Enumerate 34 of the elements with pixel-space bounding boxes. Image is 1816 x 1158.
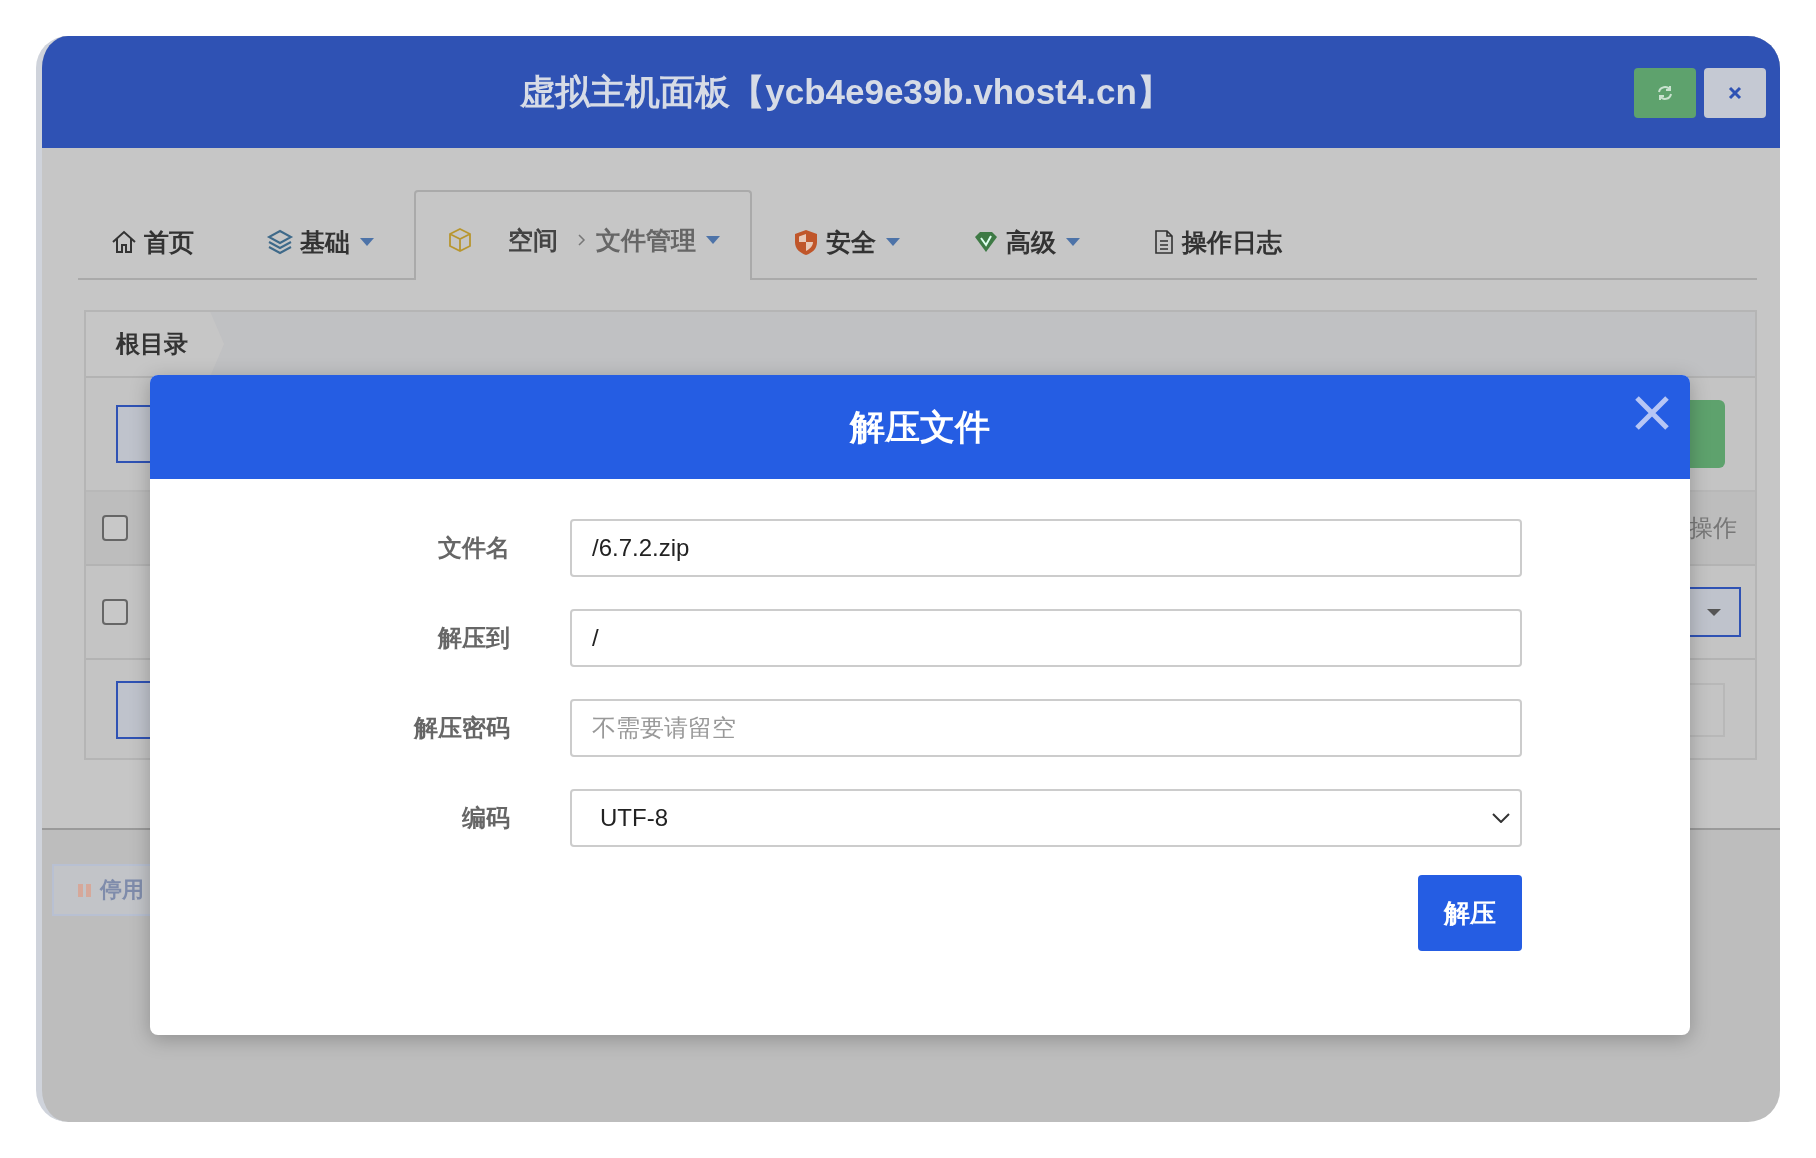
- field-label: 解压密码: [412, 713, 510, 743]
- home-icon: [110, 228, 138, 256]
- field-label: 编码: [461, 803, 510, 833]
- input-field[interactable]: /6.7.2.zip: [570, 519, 1522, 577]
- chevron-icon: [1492, 813, 1510, 823]
- column-header: 操作: [1689, 513, 1737, 543]
- nav-tab[interactable]: 首页: [78, 194, 226, 280]
- nav-tab[interactable]: 操作日志: [1120, 194, 1314, 280]
- breadcrumb-item[interactable]: 根目录: [86, 312, 224, 376]
- field-label: 解压到: [436, 623, 510, 653]
- refresh-icon: [1656, 84, 1674, 102]
- dialog-title: 解压文件: [850, 405, 990, 448]
- panel-title: 虚拟主机面板【ycb4e9e39b.vhost4.cn】: [520, 70, 1172, 113]
- shield-icon: [792, 228, 820, 256]
- field-label: 文件名: [437, 533, 510, 563]
- chevron-icon: [576, 232, 588, 248]
- extract-button[interactable]: 解压: [1418, 875, 1522, 951]
- cube-icon: [446, 226, 474, 254]
- select-field[interactable]: UTF-8: [570, 789, 1522, 847]
- document-icon: [1152, 229, 1176, 255]
- input-field[interactable]: /: [570, 609, 1522, 667]
- pause-icon: [78, 882, 92, 898]
- checkbox[interactable]: [102, 515, 128, 541]
- close-icon[interactable]: [1634, 395, 1670, 431]
- close-button[interactable]: [1704, 68, 1766, 118]
- close-icon: [1728, 86, 1742, 100]
- refresh-button[interactable]: [1634, 68, 1696, 118]
- checkbox[interactable]: [102, 599, 128, 625]
- layers-icon: [266, 228, 294, 256]
- nav-tab[interactable]: 安全: [760, 194, 932, 280]
- nav-tab[interactable]: 空间 文件管理: [414, 190, 752, 280]
- nav-tab[interactable]: 基础: [234, 194, 406, 280]
- nav-tab[interactable]: 高级: [940, 194, 1112, 280]
- input-field[interactable]: 不需要请留空: [570, 699, 1522, 757]
